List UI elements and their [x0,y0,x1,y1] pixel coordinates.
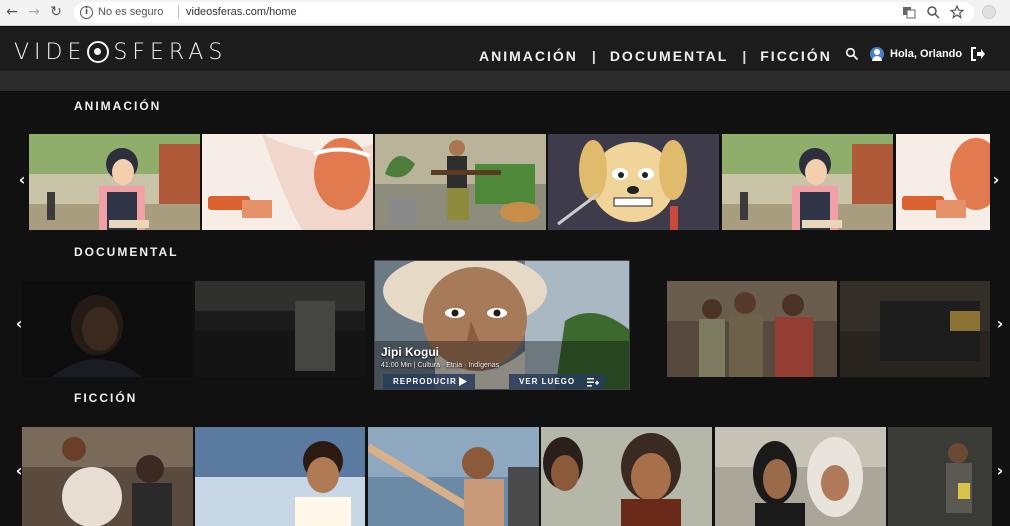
profile-icon[interactable] [982,5,996,19]
section-title-animacion: ANIMACIÓN [74,99,162,113]
watch-later-button[interactable]: VER LUEGO [509,374,605,389]
section-title-ficcion: FICCIÓN [74,391,138,405]
thumbnail-documental-3[interactable] [667,281,837,377]
logout-icon[interactable] [970,46,986,62]
back-icon[interactable]: ← [4,4,20,20]
url-text[interactable]: videosferas.com/home [186,6,297,18]
browser-toolbar: ← → ↻ i No es seguro videosferas.com/hom… [0,0,1010,26]
thumbnail-animacion-2[interactable] [202,134,373,230]
thumbnail-ficcion-3[interactable] [368,427,539,526]
info-icon[interactable]: i [80,6,93,19]
forward-icon[interactable]: → [26,4,42,20]
nav-documental[interactable]: DOCUMENTAL [610,48,729,64]
thumbnail-ficcion-6[interactable] [888,427,992,526]
nav-separator: | [742,48,747,64]
carousel-right-arrow-documental[interactable]: › [993,314,1007,334]
user-greeting[interactable]: Hola, Orlando [890,48,962,60]
nav-animacion[interactable]: ANIMACIÓN [479,48,578,64]
thumbnail-documental-4[interactable] [840,281,990,377]
translate-icon[interactable] [902,5,916,19]
carousel-right-arrow-ficcion[interactable]: › [993,461,1007,481]
thumbnail-animacion-4[interactable] [548,134,719,230]
carousel-right-arrow-animacion[interactable]: › [989,170,1003,190]
security-label: No es seguro [98,6,164,18]
watch-later-label: VER LUEGO [519,377,576,386]
reload-icon[interactable]: ↻ [48,4,64,20]
featured-card[interactable]: Jipi Kogui 41:00 Min | Cultura · Etnia ·… [374,260,630,390]
address-bar[interactable]: i No es seguro videosferas.com/home [74,2,974,23]
thumbnail-documental-2[interactable] [195,281,365,377]
carousel-left-arrow-animacion[interactable]: ‹ [15,170,29,190]
logo-text-left: VIDE [14,39,87,65]
featured-title: Jipi Kogui [381,345,439,359]
nav-separator: | [591,48,596,64]
zoom-icon[interactable] [926,5,940,19]
thumbnail-ficcion-1[interactable] [22,427,193,526]
thumbnail-ficcion-2[interactable] [195,427,365,526]
thumbnail-animacion-3[interactable] [375,134,546,230]
sub-header-bar [0,71,1010,91]
site-logo[interactable]: VIDE SFERAS [14,39,228,65]
thumbnail-animacion-5[interactable] [722,134,893,230]
nav-ficcion[interactable]: FICCIÓN [760,48,832,64]
main-nav: ANIMACIÓN | DOCUMENTAL | FICCIÓN [479,48,832,64]
url-divider [178,5,179,19]
user-icon[interactable] [870,47,884,61]
featured-image [375,261,629,389]
thumbnail-animacion-6[interactable] [896,134,990,230]
thumbnail-animacion-1[interactable] [29,134,200,230]
thumbnail-ficcion-5[interactable] [715,427,886,526]
playlist-add-icon [587,378,599,387]
star-icon[interactable] [950,5,964,19]
section-title-documental: DOCUMENTAL [74,245,179,259]
search-icon[interactable] [845,47,859,61]
featured-meta: 41:00 Min | Cultura · Etnia · Indígenas [381,362,500,369]
play-icon [459,377,467,386]
thumbnail-documental-1[interactable] [22,281,192,377]
logo-eye-icon [87,41,110,63]
play-button-label: REPRODUCIR [393,377,457,386]
site-header: VIDE SFERAS ANIMACIÓN | DOCUMENTAL | FIC… [0,27,1010,71]
play-button[interactable]: REPRODUCIR [383,374,475,389]
thumbnail-ficcion-4[interactable] [541,427,712,526]
logo-text-right: SFERAS [113,39,228,65]
